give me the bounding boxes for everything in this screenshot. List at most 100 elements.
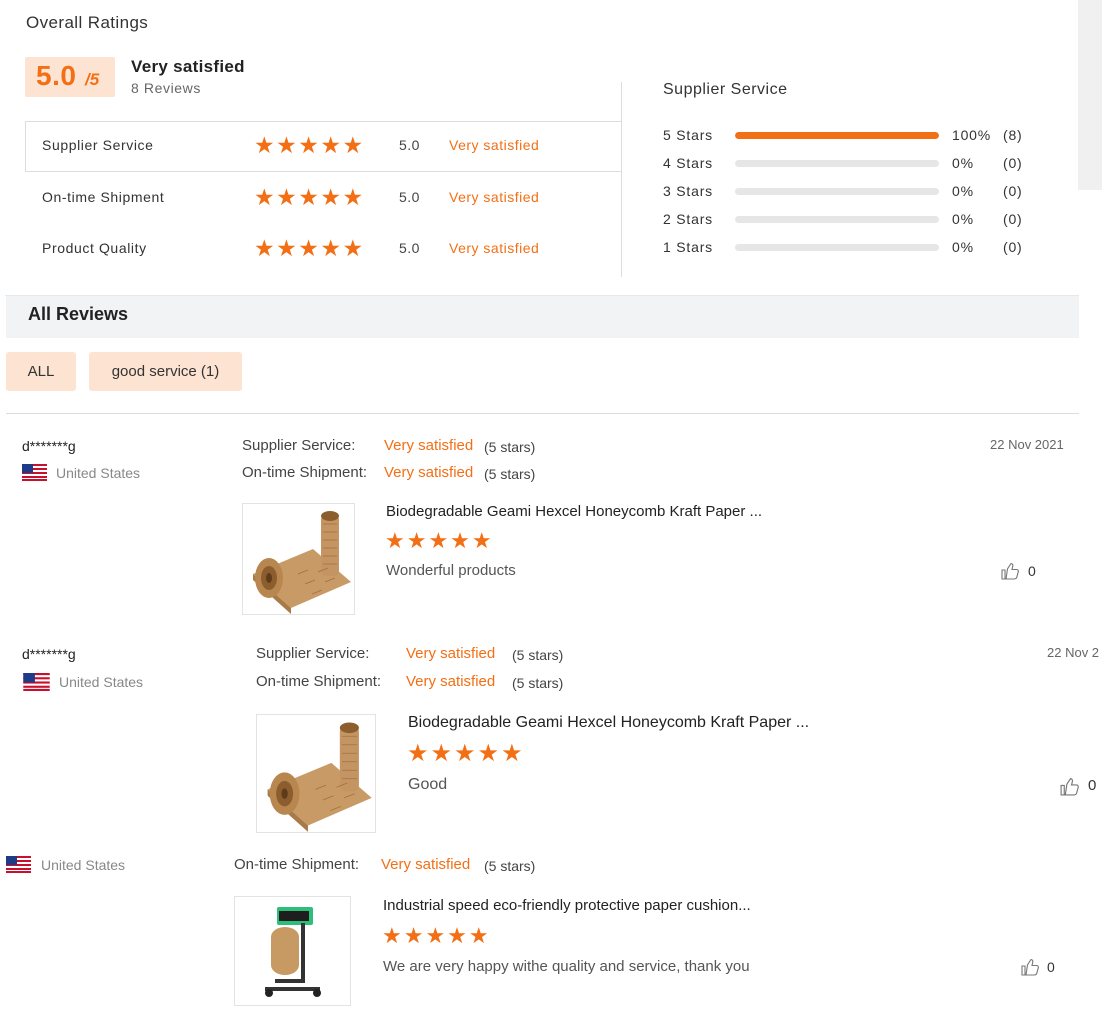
overall-satisfaction-label: Very satisfied [131, 57, 245, 76]
all-reviews-title: All Reviews [28, 304, 129, 324]
like-count: 0 [1028, 563, 1036, 579]
reviewer-country: United States [56, 465, 141, 481]
filter-all-button[interactable]: ALL [6, 352, 76, 391]
distribution-percent: 0% [952, 239, 974, 255]
product-image[interactable] [242, 503, 355, 615]
distribution-count: (8) [1003, 127, 1023, 143]
product-image[interactable] [234, 896, 351, 1006]
supplier-service-label: Supplier Service: [242, 437, 356, 454]
us-flag-icon [23, 673, 50, 691]
thumbs-up-icon[interactable] [1000, 561, 1020, 581]
product-title[interactable]: Industrial speed eco-friendly protective… [383, 897, 751, 914]
divider [6, 413, 1079, 414]
review-star-rating: ★★★★★ [385, 528, 494, 553]
review-comment: Wonderful products [386, 562, 516, 579]
shipment-stars: (5 stars) [484, 466, 536, 482]
distribution-bar [735, 188, 939, 195]
distribution-bar [735, 160, 939, 167]
shipment-label: On-time Shipment: [242, 464, 368, 481]
distribution-row-4[interactable]: 4 Stars 0% (0) [663, 155, 1043, 173]
distribution-count: (0) [1003, 183, 1023, 199]
category-rating-product-quality: Product Quality ★★★★★ 5.0 Very satisfied [42, 235, 602, 261]
category-label: Very satisfied [449, 189, 540, 205]
distribution-bar [735, 216, 939, 223]
product-title[interactable]: Biodegradable Geami Hexcel Honeycomb Kra… [408, 714, 809, 732]
star-rating: ★★★★★ [254, 184, 365, 210]
reviews-count: 8 Reviews [131, 80, 201, 96]
overall-ratings-title: Overall Ratings [26, 13, 149, 32]
divider [25, 171, 622, 172]
category-label: Very satisfied [449, 240, 540, 256]
all-reviews-header [6, 296, 1079, 338]
distribution-percent: 0% [952, 155, 974, 171]
distribution-percent: 100% [952, 127, 992, 143]
shipment-value: Very satisfied [384, 464, 474, 481]
distribution-count: (0) [1003, 155, 1023, 171]
star-rating: ★★★★★ [254, 235, 365, 261]
product-image[interactable] [256, 714, 376, 833]
review-date: 22 Nov 2 [1047, 645, 1100, 660]
shipment-label: On-time Shipment: [234, 856, 360, 873]
divider [621, 82, 622, 277]
distribution-title: Supplier Service [663, 81, 788, 98]
distribution-row-5[interactable]: 5 Stars 100% (8) [663, 127, 1043, 145]
distribution-row-3[interactable]: 3 Stars 0% (0) [663, 183, 1043, 201]
review-comment: We are very happy withe quality and serv… [383, 958, 750, 975]
reviewer-country: United States [41, 857, 126, 873]
supplier-service-value: Very satisfied [406, 645, 496, 662]
category-name: Supplier Service [42, 137, 154, 153]
paper-cushion-machine-image [235, 897, 350, 1005]
distribution-bar-fill [735, 132, 939, 139]
review-star-rating: ★★★★★ [407, 740, 525, 767]
supplier-service-label: Supplier Service: [256, 645, 370, 662]
shipment-stars: (5 stars) [512, 675, 564, 691]
overall-score-suffix: /5 [85, 70, 100, 89]
reviewer-name: d*******g [22, 438, 76, 454]
category-name: Product Quality [42, 240, 147, 256]
distribution-row-1[interactable]: 1 Stars 0% (0) [663, 239, 1043, 257]
review-comment: Good [408, 776, 448, 793]
us-flag-icon [22, 464, 47, 481]
review-date: 22 Nov 2021 [990, 437, 1064, 452]
category-score: 5.0 [399, 189, 420, 205]
reviewer-country: United States [59, 674, 144, 690]
kraft-paper-roll-image [243, 504, 354, 614]
reviewer-name: d*******g [22, 646, 76, 662]
distribution-percent: 0% [952, 183, 974, 199]
supplier-service-value: Very satisfied [384, 437, 474, 454]
product-title[interactable]: Biodegradable Geami Hexcel Honeycomb Kra… [386, 503, 762, 520]
category-score: 5.0 [399, 137, 420, 153]
overall-score: 5.0 [36, 60, 77, 91]
distribution-label: 1 Stars [663, 239, 713, 255]
category-score: 5.0 [399, 240, 420, 256]
distribution-count: (0) [1003, 211, 1023, 227]
distribution-label: 2 Stars [663, 211, 713, 227]
filter-good-service-button[interactable]: good service (1) [89, 352, 242, 391]
review-star-rating: ★★★★★ [382, 923, 491, 948]
thumbs-up-icon[interactable] [1020, 957, 1040, 977]
divider [25, 121, 26, 172]
shipment-label: On-time Shipment: [256, 673, 382, 690]
distribution-percent: 0% [952, 211, 974, 227]
category-rating-supplier-service: Supplier Service ★★★★★ 5.0 Very satisfie… [42, 132, 602, 158]
category-label: Very satisfied [449, 137, 540, 153]
scrollbar[interactable] [1078, 0, 1102, 190]
like-count: 0 [1088, 777, 1097, 794]
category-rating-on-time-shipment: On-time Shipment ★★★★★ 5.0 Very satisfie… [42, 184, 602, 210]
us-flag-icon [6, 856, 31, 873]
shipment-stars: (5 stars) [484, 858, 536, 874]
star-rating: ★★★★★ [254, 132, 365, 158]
distribution-bar [735, 132, 939, 139]
supplier-service-stars: (5 stars) [484, 439, 536, 455]
distribution-label: 5 Stars [663, 127, 713, 143]
thumbs-up-icon[interactable] [1059, 776, 1080, 797]
distribution-label: 4 Stars [663, 155, 713, 171]
distribution-row-2[interactable]: 2 Stars 0% (0) [663, 211, 1043, 229]
shipment-value: Very satisfied [381, 856, 471, 873]
divider [25, 121, 622, 122]
supplier-service-stars: (5 stars) [512, 647, 564, 663]
overall-score-badge: 5.0 /5 [25, 57, 115, 97]
like-count: 0 [1047, 959, 1055, 975]
distribution-bar [735, 244, 939, 251]
category-name: On-time Shipment [42, 189, 165, 205]
